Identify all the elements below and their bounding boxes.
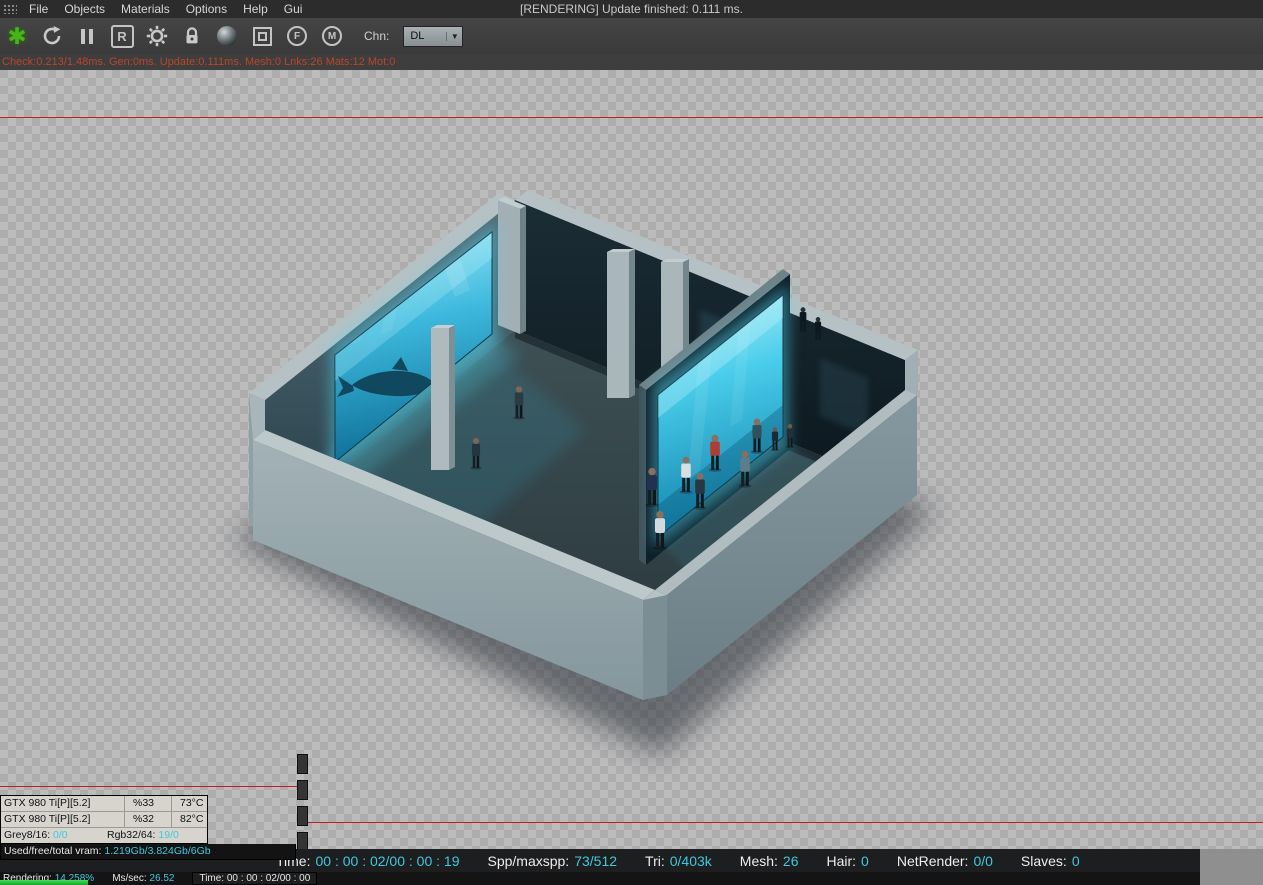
gpu-temp: 73°C (180, 797, 204, 809)
netrender-stat: NetRender: 0/0 (896, 852, 993, 869)
gpu-load: %32 (125, 812, 172, 827)
gpu-load: %33 (125, 796, 172, 811)
pause-icon (81, 28, 93, 44)
gpu-stats-panel: GTX 980 Ti[P][5.2] %33 73°C GTX 980 Ti[P… (0, 795, 296, 860)
pick-material-icon: M (322, 26, 342, 46)
render-viewport[interactable] (0, 70, 1263, 885)
channel-label: Chn: (364, 29, 390, 43)
gear-icon (146, 25, 168, 47)
spp-stat: Spp/maxspp: 73/512 (487, 852, 618, 869)
mesh-stat: Mesh: 26 (739, 852, 799, 869)
slaves-stat: Slaves: 0 (1020, 852, 1080, 869)
chevron-down-icon: ▼ (446, 31, 462, 41)
restart-icon (43, 26, 61, 45)
menu-help[interactable]: Help (235, 2, 276, 16)
grey-buffer-label: Grey8/16: (4, 829, 51, 841)
render-region-line-top (0, 117, 1263, 118)
progress-status-bar: Rendering: 14.258% Ms/sec: 26.52 Time: 0… (0, 872, 1200, 885)
material-sphere-button[interactable] (214, 22, 240, 50)
reset-icon: R (110, 24, 134, 48)
grip-icon[interactable] (3, 4, 17, 14)
vram-label: Used/free/total vram: (4, 845, 102, 857)
render-region-line-left (0, 786, 297, 787)
channel-value: DL (410, 30, 425, 42)
region-render-button[interactable] (249, 22, 275, 50)
statusbar-corner (1200, 849, 1263, 885)
pick-focus-icon: F (287, 26, 307, 46)
menu-options[interactable]: Options (178, 2, 235, 16)
gpu-row: GTX 980 Ti[P][5.2] %32 82°C (1, 812, 207, 828)
pause-render-button[interactable] (74, 22, 100, 50)
reset-button[interactable]: R (109, 22, 135, 50)
vram-value: 1.219Gb/3.824Gb/6Gb (104, 845, 211, 857)
lock-button[interactable] (179, 22, 205, 50)
lock-icon (186, 27, 198, 44)
rgb-buffer-value: 19/0 (158, 829, 179, 841)
panel-resize-handles[interactable] (297, 754, 308, 858)
buffer-stats-row: Grey8/16: 0/0 Rgb32/64: 19/0 (1, 828, 207, 843)
tri-stat: Tri: 0/403k (645, 852, 712, 869)
hair-stat: Hair: 0 (826, 852, 869, 869)
gpu-name: GTX 980 Ti[P][5.2] (1, 796, 125, 811)
region-render-icon (252, 26, 272, 46)
render-region-line-right (308, 822, 1263, 823)
render-application-window: File Objects Materials Options Help Gui … (0, 0, 1263, 885)
gpu-temp: 82°C (180, 813, 204, 825)
pick-material-button[interactable]: M (319, 22, 345, 50)
menu-materials[interactable]: Materials (113, 2, 178, 16)
render-start-icon: ✱ (7, 22, 27, 49)
grey-buffer-value: 0/0 (53, 829, 68, 841)
gpu-row: GTX 980 Ti[P][5.2] %33 73°C (1, 796, 207, 812)
toolbar: ✱ R F M Chn: DL ▼ (0, 18, 1263, 55)
ms-per-sec: Ms/sec: 26.52 (112, 873, 175, 884)
render-progress-bar (0, 880, 88, 885)
elapsed-time: Time: 00 : 00 : 02/00 : 00 (192, 872, 318, 885)
rgb-buffer-label: Rgb32/64: (107, 829, 156, 841)
channel-dropdown[interactable]: DL ▼ (403, 25, 464, 47)
restart-render-button[interactable] (39, 22, 65, 50)
render-start-button[interactable]: ✱ (4, 22, 30, 50)
gpu-name: GTX 980 Ti[P][5.2] (1, 812, 125, 827)
pick-focus-button[interactable]: F (284, 22, 310, 50)
material-sphere-icon (217, 26, 237, 46)
menu-file[interactable]: File (21, 2, 56, 16)
vram-usage-row: Used/free/total vram: 1.219Gb/3.824Gb/6G… (0, 844, 296, 860)
profiler-stats-text: Check:0.213/1.48ms. Gen:0ms. Update:0.11… (0, 54, 1263, 70)
menu-gui[interactable]: Gui (276, 2, 311, 16)
settings-button[interactable] (144, 22, 170, 50)
menu-objects[interactable]: Objects (56, 2, 113, 16)
menu-bar: File Objects Materials Options Help Gui … (0, 0, 1263, 18)
time-stat: Time: 00 : 00 : 02/00 : 00 : 19 (276, 852, 460, 869)
